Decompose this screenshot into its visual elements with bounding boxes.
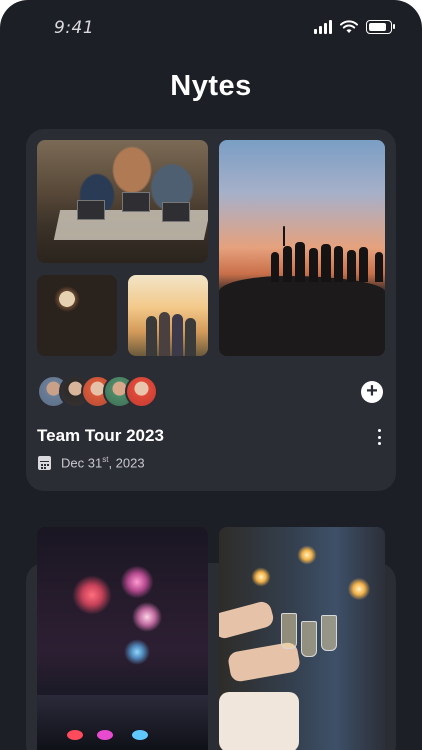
date-text: Dec 31st, 2023: [61, 455, 145, 471]
coffee-cups-photo[interactable]: [37, 275, 117, 356]
app-title: Nytes: [170, 70, 252, 102]
wifi-icon: [340, 20, 358, 33]
system-icons: [314, 20, 395, 34]
avatar: [125, 375, 158, 408]
sunset-group-photo[interactable]: [219, 140, 385, 356]
album-card[interactable]: + Team Tour 2023 Dec 31st, 2023: [26, 129, 396, 491]
battery-icon: [366, 20, 395, 34]
app-screen: 9:41 Nytes + Team Tour 2023 Dec 31st, 20…: [0, 0, 422, 750]
status-time: 9:41: [54, 18, 95, 38]
office-photo[interactable]: [37, 140, 208, 263]
calendar-icon: [38, 455, 51, 470]
album-date: Dec 31st, 2023: [38, 455, 145, 470]
album-title: Team Tour 2023: [37, 426, 164, 445]
cellular-signal-icon: [314, 20, 332, 34]
member-avatars[interactable]: [37, 375, 167, 408]
status-bar: 9:41: [0, 0, 422, 56]
party-sparklers-photo[interactable]: [219, 527, 385, 750]
plus-icon: +: [366, 380, 378, 402]
fireworks-photo[interactable]: [37, 527, 208, 750]
friends-sunset-photo[interactable]: [128, 275, 208, 356]
more-options-button[interactable]: [375, 429, 383, 445]
add-member-button[interactable]: +: [361, 381, 383, 403]
